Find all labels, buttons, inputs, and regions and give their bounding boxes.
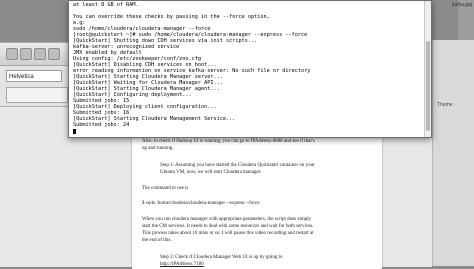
paragraph-style-box[interactable] (6, 87, 68, 103)
terminal-line: You can override these checks by passing… (73, 14, 270, 20)
print-icon[interactable] (48, 48, 60, 60)
terminal-line: Submitted jobs: 24 (73, 122, 130, 128)
save-icon[interactable] (34, 48, 46, 60)
terminal-scrollbar[interactable] (424, 1, 431, 137)
doc-line: This process takes about 10 mins or so. … (142, 231, 314, 236)
terminal-scroll-thumb[interactable] (426, 41, 430, 131)
doc-line: Step 2: Check if Cloudera Manager Web UI… (160, 255, 283, 260)
font-family-select[interactable]: Helvetica (6, 70, 62, 82)
formatting-palette: Theme (432, 40, 474, 266)
doc-line: the end of this. (142, 238, 172, 243)
doc-line: start the CM services. It needs to deal … (142, 224, 314, 229)
desktop-file-label[interactable]: kafka.jpg (452, 2, 472, 8)
palette-label: Theme (437, 102, 453, 108)
new-document-icon[interactable] (6, 48, 18, 60)
doc-line: Step 1: Assuming you have started the Cl… (160, 163, 315, 168)
terminal-cursor (73, 129, 76, 134)
doc-link[interactable]: http://IPAddress:7180 (160, 262, 204, 268)
doc-line: Also, to check if Hadoop UI is running, … (142, 139, 315, 144)
doc-line: When you run cloudera manager with appro… (142, 217, 312, 222)
terminal-line: at least 8 GB of RAM. (73, 2, 139, 8)
terminal-window[interactable]: at least 8 GB of RAM. You can override t… (68, 0, 432, 138)
doc-line: up and running. (142, 146, 174, 151)
doc-line: Ubuntu VM, now, we will start Cloudera m… (160, 170, 262, 175)
doc-line: $ sudo /home/cloudera/cloudera-manager -… (142, 201, 260, 206)
doc-line: The command to use is (142, 186, 189, 191)
document-page[interactable]: 2. sss Also, to check if Hadoop UI is ru… (132, 119, 382, 269)
open-folder-icon[interactable] (20, 48, 32, 60)
